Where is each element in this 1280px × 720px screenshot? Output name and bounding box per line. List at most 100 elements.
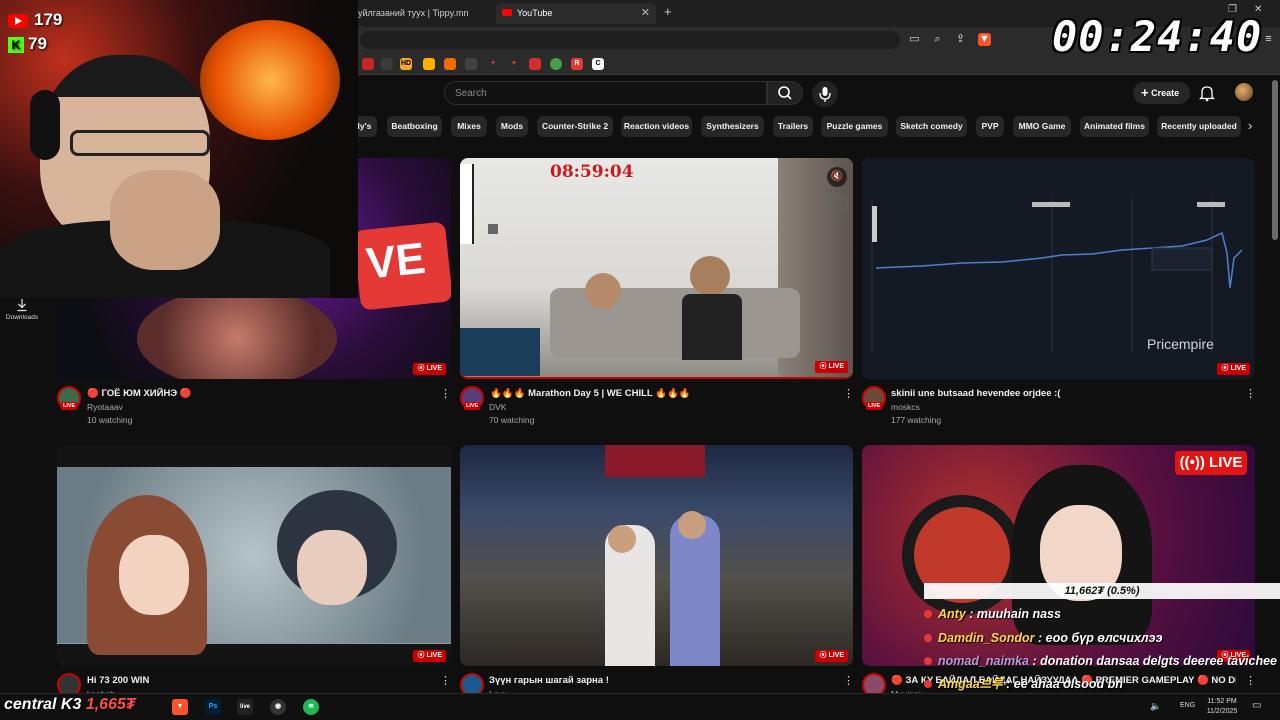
bookmark-5-icon[interactable]	[444, 58, 456, 70]
video-thumbnail-2[interactable]: 08:59:04 🔇 CC ⦿ LIVE	[460, 158, 853, 379]
new-tab-button[interactable]: +	[664, 4, 672, 19]
youtube-favicon-icon	[502, 9, 512, 17]
zoom-icon[interactable]: ⌕	[931, 33, 944, 46]
bookmark-10-icon[interactable]	[550, 58, 562, 70]
side-banner	[460, 164, 474, 244]
system-clock[interactable]: 11:52 PM 11/2/2025	[1200, 697, 1244, 717]
watching-count-2: 70 watching	[489, 415, 535, 425]
live-big-badge: ((•)) LIVE	[1175, 451, 1247, 475]
anime-man-face-shape	[297, 530, 367, 605]
channel-name-1[interactable]: Ryotaaav	[87, 402, 123, 412]
more-options-icon[interactable]: ⋮	[1245, 389, 1256, 400]
person-right-shape	[690, 256, 730, 296]
tab-tippy[interactable]: уйлгазаний туух | Tippy.mn	[352, 3, 492, 24]
tab-tippy-label: уйлгазаний туух | Tippy.mn	[358, 8, 469, 18]
bookmark-8-icon[interactable]: ♥	[508, 58, 520, 70]
video-thumbnail-3[interactable]: Pricempire ⦿ LIVE	[862, 158, 1255, 379]
bookmark-1-icon[interactable]	[362, 58, 374, 70]
chip-pvp[interactable]: PVP	[976, 116, 1004, 137]
live-badge: ⦿ LIVE	[413, 650, 446, 662]
live-badge: ⦿ LIVE	[815, 361, 848, 373]
brave-browser-icon[interactable]: ▼	[172, 699, 188, 715]
stream-timer: 00:24:40	[1052, 12, 1263, 61]
language-indicator[interactable]: ENG	[1180, 702, 1195, 709]
chat-badge-icon	[924, 610, 932, 618]
notifications-icon[interactable]: ▭	[1252, 700, 1261, 711]
more-options-icon[interactable]: ⋮	[440, 389, 451, 400]
chip-counter-strike-2[interactable]: Counter-Strike 2	[537, 116, 613, 137]
video-title-3[interactable]: skinii une butsaad hevendee orjdee :(	[891, 388, 1231, 399]
chip-animated-films[interactable]: Animated films	[1080, 116, 1149, 137]
bookmark-7-icon[interactable]: ✦	[487, 58, 499, 70]
bookmark-6-icon[interactable]	[465, 58, 477, 70]
chip-mmo-game[interactable]: MMO Game	[1013, 116, 1071, 137]
chip-recently-uploaded[interactable]: Recently uploaded	[1157, 116, 1241, 137]
video-title-5[interactable]: Зүүн гарын шагай зарна !	[489, 675, 829, 686]
chat-message: Anty : muuhain nass	[924, 602, 1280, 626]
bookmark-c-icon[interactable]: C	[592, 58, 604, 70]
share-icon[interactable]: ⇪	[954, 33, 967, 46]
video-thumbnail-5[interactable]: ⦿ LIVE	[460, 445, 853, 666]
streamer-hand-shape	[110, 170, 220, 270]
search-input[interactable]	[455, 82, 755, 104]
avatar-live-badge: LIVE	[61, 402, 78, 410]
obs-icon[interactable]: ◉	[270, 699, 286, 715]
chip-sketch-comedy[interactable]: Sketch comedy	[896, 116, 967, 137]
notifications-bell-icon[interactable]	[1199, 84, 1215, 102]
bookmark-hd-icon[interactable]: HD	[400, 58, 412, 70]
thumbnail-ve-text: VE	[364, 233, 428, 289]
chips-next-chevron-icon[interactable]: ›	[1248, 118, 1252, 133]
sidebar-item-downloads[interactable]: Downloads	[0, 298, 44, 321]
search-button[interactable]	[767, 81, 803, 105]
create-label: Create	[1151, 88, 1180, 98]
tab-youtube-label: YouTube	[517, 8, 553, 18]
live-badge: ⦿ LIVE	[815, 650, 848, 662]
bookmark-2-icon[interactable]	[381, 58, 393, 70]
windows-taskbar: ▼ Ps live ◉ ≋ 🔈 ENG ▭	[0, 693, 1280, 720]
chip-reaction-videos[interactable]: Reaction videos	[621, 116, 692, 137]
tab-close-icon[interactable]: ✕	[641, 3, 650, 24]
video-title-1[interactable]: 🔴 ГОЁ ЮМ ХИЙНЭ 🔴	[87, 388, 427, 399]
brave-shield-icon[interactable]: ▼	[978, 33, 991, 46]
headphone-shape	[30, 90, 60, 160]
volume-icon[interactable]: 🔈	[1150, 701, 1161, 712]
chat-badge-icon	[924, 634, 932, 642]
video-thumbnail-4[interactable]: ⦿ LIVE	[57, 445, 451, 666]
photoshop-icon[interactable]: Ps	[205, 699, 221, 715]
mute-icon[interactable]: 🔇	[827, 167, 847, 187]
live-app-icon[interactable]: live	[237, 699, 253, 715]
more-options-icon[interactable]: ⋮	[440, 676, 451, 687]
channel-name-3[interactable]: moskcs	[891, 402, 920, 412]
stream-chat-overlay: Anty : muuhain nass Damdin_Sondor : еоо …	[924, 602, 1280, 696]
url-field[interactable]	[360, 31, 900, 49]
bookmark-9-icon[interactable]	[529, 58, 541, 70]
video-title-2[interactable]: 🔥🔥🔥 Marathon Day 5 | WE CHILL 🔥🔥🔥	[490, 388, 830, 399]
channel-name-2[interactable]: DVK	[489, 402, 506, 412]
menu-icon[interactable]: ≡	[1262, 33, 1275, 46]
live-badge: ⦿ LIVE	[1217, 363, 1250, 375]
chip-puzzle-games[interactable]: Puzzle games	[821, 116, 888, 137]
chip-synthesizers[interactable]: Synthesizers	[701, 116, 764, 137]
tab-youtube[interactable]: YouTube ✕	[496, 3, 656, 24]
avatar-live-badge: LIVE	[866, 402, 883, 410]
spotify-icon[interactable]: ≋	[303, 699, 319, 715]
player-head	[678, 511, 706, 539]
bookmark-4-icon[interactable]	[423, 58, 435, 70]
bookmark-r-icon[interactable]: R	[571, 58, 583, 70]
create-button[interactable]: + Create	[1133, 82, 1190, 104]
video-title-4[interactable]: Hi 73 200 WIN	[87, 675, 427, 686]
microphone-icon	[819, 87, 831, 102]
more-options-icon[interactable]: ⋮	[843, 389, 854, 400]
chip-trailers[interactable]: Trailers	[773, 116, 813, 137]
more-options-icon[interactable]: ⋮	[843, 676, 854, 687]
kick-logo-icon: K	[8, 36, 24, 53]
cast-icon[interactable]: ▭	[908, 33, 921, 46]
account-avatar[interactable]	[1235, 83, 1253, 101]
chip-mixes[interactable]: Mixes	[451, 116, 487, 137]
voice-search-button[interactable]	[812, 81, 838, 107]
captions-icon[interactable]: CC	[827, 196, 847, 210]
page-scrollbar[interactable]	[1272, 80, 1278, 240]
chip-beatboxing[interactable]: Beatboxing	[387, 116, 442, 137]
person-right-body-shape	[682, 294, 742, 360]
chip-mods[interactable]: Mods	[496, 116, 528, 137]
